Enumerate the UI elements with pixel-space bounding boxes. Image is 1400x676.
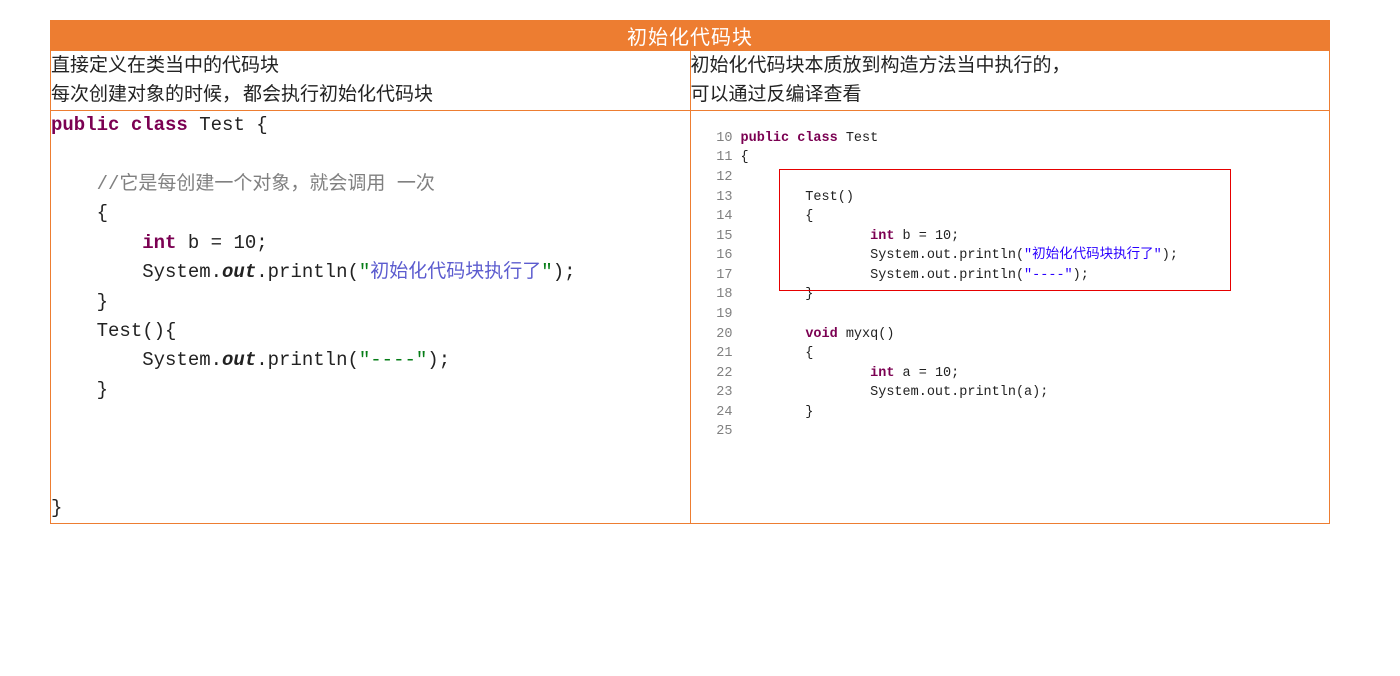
source-code-block: public class Test { //它是每创建一个对象，就会调用 一次 … <box>51 111 690 523</box>
left-desc-line2a: 每次创建对象的时候 <box>51 84 222 105</box>
left-comma: ， <box>222 84 243 105</box>
right-desc-line1: 初始化代码块本质放到构造方法当中执行的 <box>691 55 1052 76</box>
decompiled-code-wrap: 10public class Test 11{ 12 13 Test() 14 … <box>691 111 1330 452</box>
left-code-cell: public class Test { //它是每创建一个对象，就会调用 一次 … <box>51 110 691 523</box>
header-cell: 初始化代码块 <box>51 21 1330 51</box>
left-desc-line1: 直接定义在类当中的代码块 <box>51 55 279 76</box>
left-description: 直接定义在类当中的代码块 每次创建对象的时候，都会执行初始化代码块 <box>51 51 691 111</box>
left-desc-line2b: 都会执行初始化代码块 <box>243 84 433 105</box>
decompiled-code-block: 10public class Test 11{ 12 13 Test() 14 … <box>709 129 1312 442</box>
right-code-cell: 10public class Test 11{ 12 13 Test() 14 … <box>690 110 1330 523</box>
main-table: 初始化代码块 直接定义在类当中的代码块 每次创建对象的时候，都会执行初始化代码块… <box>50 20 1330 524</box>
right-desc-line2: 可以通过反编译查看 <box>691 84 862 105</box>
right-description: 初始化代码块本质放到构造方法当中执行的， 可以通过反编译查看 <box>690 51 1330 111</box>
right-comma: ， <box>1052 55 1073 76</box>
